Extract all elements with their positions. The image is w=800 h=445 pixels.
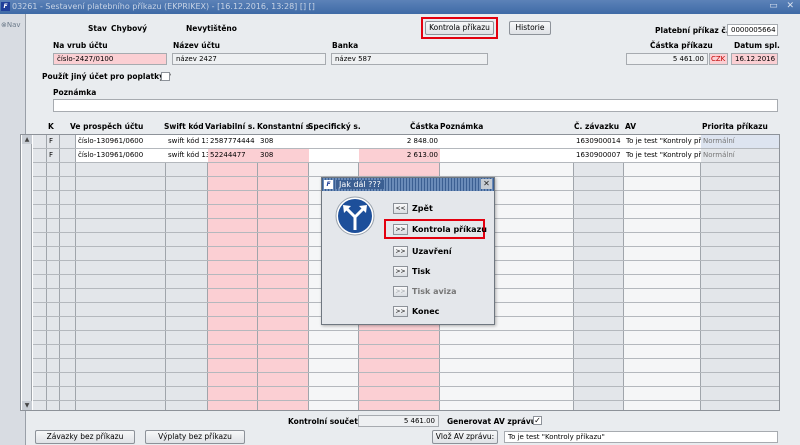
banka-label: Banka <box>332 41 359 50</box>
col-header-zavazek: Č. závazku <box>574 122 620 131</box>
na-vrub-field[interactable]: číslo-2427/0100 <box>53 53 167 65</box>
na-vrub-label: Na vrub účtu <box>53 41 108 50</box>
cell-ucet[interactable]: číslo-130961/0600 <box>76 149 166 162</box>
col-header-ss: Specifický s. <box>308 122 361 131</box>
note-label: Poznámka <box>53 88 97 97</box>
cell-ss[interactable] <box>309 135 359 148</box>
cell-ks[interactable]: 308 <box>258 135 309 148</box>
cell-vs[interactable]: 2587774444 <box>208 135 258 148</box>
platebni-prikaz-field[interactable]: 0000005664 <box>727 24 778 36</box>
uzavreni-button[interactable]: >> <box>393 246 408 257</box>
av-zprava-field[interactable]: To je test "Kontroly příkazu" <box>504 431 778 443</box>
datum-spl-label: Datum spl. <box>734 41 780 50</box>
platebni-prikaz-label: Platební příkaz č. <box>655 26 729 35</box>
zavazky-bez-prikazu-button[interactable]: Závazky bez příkazu <box>35 430 135 444</box>
window-titlebar: F 03261 - Sestavení platebního příkazu (… <box>0 0 800 14</box>
castka-prikazu-field[interactable]: 5 461.00 <box>626 53 708 65</box>
kontrolni-soucet-label: Kontrolní součet <box>288 417 358 426</box>
cell-castka[interactable]: 2 613.00 <box>359 149 440 162</box>
cell-ucet[interactable]: číslo-130961/0600 <box>76 135 166 148</box>
tisk-aviza-label: Tisk aviza <box>412 287 457 296</box>
table-row[interactable]: F číslo-130961/0600 swift kód 13 2587774… <box>33 135 779 148</box>
stav-label: Stav <box>88 24 107 33</box>
dialog-title: Jak dál ??? <box>336 180 384 189</box>
tisk-label: Tisk <box>412 267 431 276</box>
other-account-label: Použít jiný účet pro poplatky ? <box>42 72 171 81</box>
col-header-castka: Částka <box>410 122 439 131</box>
kontrolni-soucet-field[interactable]: 5 461.00 <box>358 415 439 427</box>
stav-value: Chybový <box>111 24 148 33</box>
cell-zavazek[interactable]: 1630900014 <box>574 135 624 148</box>
cell-ks[interactable]: 308 <box>258 149 309 162</box>
cell-ss[interactable] <box>309 149 359 162</box>
cell-poznamka[interactable] <box>440 135 574 148</box>
cell-priorita[interactable]: Normální <box>701 149 779 162</box>
konec-label: Konec <box>412 307 440 316</box>
cell-av[interactable]: To je test "Kontroly př <box>624 149 701 162</box>
col-header-av: AV <box>625 122 637 131</box>
dialog-kontrola-button[interactable]: >> <box>393 224 408 235</box>
col-header-vs: Variabilní s. <box>205 122 256 131</box>
app-logo-icon: F <box>1 2 10 11</box>
note-field[interactable] <box>53 99 778 112</box>
datum-spl-field[interactable]: 16.12.2016 <box>731 53 778 65</box>
col-header-ks: Konstantní s. <box>257 122 314 131</box>
cell-castka[interactable]: 2 848.00 <box>359 135 440 148</box>
vloz-av-zpravu-button[interactable]: Vlož AV zprávu: <box>432 430 498 444</box>
col-header-poznamka: Poznámka <box>440 122 484 131</box>
grid-vscrollbar[interactable]: ▲ ▼ <box>22 135 32 410</box>
zpet-label: Zpět <box>412 204 433 213</box>
nazev-uctu-label: Název účtu <box>173 41 220 50</box>
other-account-checkbox[interactable] <box>161 72 170 81</box>
jak-dal-dialog: F Jak dál ??? ✕ << Zpět >> Kontrola přík… <box>321 177 495 325</box>
cell-k: F <box>49 151 54 159</box>
col-header-ucet: Ve prospěch účtu <box>70 122 144 131</box>
cell-swift[interactable]: swift kód 13 <box>166 149 208 162</box>
cell-vs[interactable]: 52244477 <box>208 149 258 162</box>
vyplaty-bez-prikazu-button[interactable]: Výplaty bez příkazu <box>145 430 245 444</box>
cell-k: F <box>49 137 54 145</box>
dialog-close-icon[interactable]: ✕ <box>481 179 492 189</box>
generovat-av-checkbox[interactable]: ✓ <box>533 416 542 425</box>
col-header-swift: Swift kód <box>164 122 204 131</box>
kontrola-prikazu-button[interactable]: Kontrola příkazu <box>425 21 494 35</box>
dialog-titlebar: F Jak dál ??? ✕ <box>322 178 494 191</box>
dialog-kontrola-label: Kontrola příkazu <box>412 225 487 234</box>
table-row[interactable]: F číslo-130961/0600 swift kód 13 5224447… <box>33 149 779 162</box>
col-header-k: K <box>48 122 54 131</box>
direction-sign-icon <box>335 196 375 236</box>
uzavreni-label: Uzavření <box>412 247 452 256</box>
nazev-uctu-field[interactable]: název 2427 <box>172 53 326 65</box>
zpet-button[interactable]: << <box>393 203 408 214</box>
cell-swift[interactable]: swift kód 13 <box>166 135 208 148</box>
cell-av[interactable]: To je test "Kontroly př <box>624 135 701 148</box>
tisk-button[interactable]: >> <box>393 266 408 277</box>
print-status: Nevytištěno <box>186 24 237 33</box>
historie-button[interactable]: Historie <box>509 21 551 35</box>
cell-priorita[interactable]: Normální <box>701 135 779 148</box>
dialog-logo-icon: F <box>324 180 333 189</box>
castka-prikazu-label: Částka příkazu <box>650 41 713 50</box>
generovat-av-label: Generovat AV zprávu <box>447 417 537 426</box>
scroll-down-icon[interactable]: ▼ <box>22 401 32 410</box>
cell-poznamka[interactable] <box>440 149 574 162</box>
konec-button[interactable]: >> <box>393 306 408 317</box>
nav-toggle[interactable]: ⊗Nav <box>1 21 21 29</box>
currency-field[interactable]: CZK <box>709 53 728 65</box>
tisk-aviza-button[interactable]: >> <box>393 286 408 297</box>
window-title: 03261 - Sestavení platebního příkazu (EK… <box>12 2 315 11</box>
banka-field[interactable]: název 587 <box>331 53 488 65</box>
window-controls[interactable]: ▭ ✕ <box>769 1 797 11</box>
cell-zavazek[interactable]: 1630900007 <box>574 149 624 162</box>
col-header-priorita: Priorita příkazu <box>702 122 768 131</box>
scroll-up-icon[interactable]: ▲ <box>22 135 32 144</box>
